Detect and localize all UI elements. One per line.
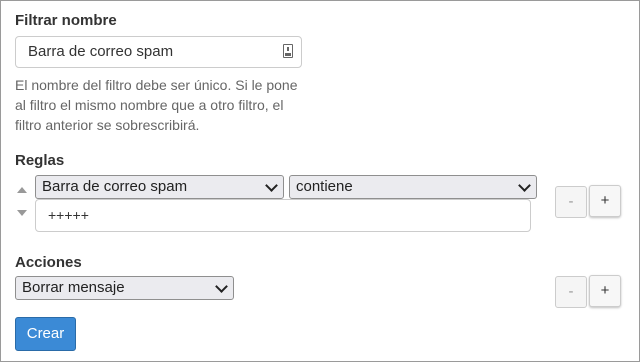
filter-form: Filtrar nombre Barra de correo spam El n… — [0, 0, 640, 362]
password-manager-icon[interactable] — [283, 44, 293, 58]
chevron-down-icon — [265, 179, 278, 192]
move-up-icon[interactable] — [17, 187, 27, 193]
filter-name-input[interactable]: Barra de correo spam — [15, 36, 302, 68]
create-button[interactable]: Crear — [15, 317, 76, 351]
move-down-icon[interactable] — [17, 210, 27, 216]
chevron-down-icon — [518, 179, 531, 192]
remove-rule-button[interactable]: - — [555, 186, 587, 218]
rule-value-input[interactable]: +++++ — [35, 199, 531, 232]
rule-operator-select[interactable]: contiene — [289, 175, 537, 199]
add-action-button[interactable]: + — [589, 275, 621, 307]
filter-name-help: El nombre del filtro debe ser único. Si … — [15, 77, 298, 133]
add-rule-button[interactable]: + — [589, 185, 621, 217]
chevron-down-icon — [215, 280, 228, 293]
rule-field-select[interactable]: Barra de correo spam — [35, 175, 284, 199]
actions-label: Acciones — [15, 254, 82, 271]
action-select[interactable]: Borrar mensaje — [15, 276, 234, 300]
rule-field-value: Barra de correo spam — [42, 178, 188, 195]
rules-label: Reglas — [15, 152, 65, 169]
rule-operator-value: contiene — [296, 178, 353, 195]
filter-name-label: Filtrar nombre — [15, 12, 117, 29]
remove-action-button[interactable]: - — [555, 276, 587, 308]
action-select-value: Borrar mensaje — [22, 279, 125, 296]
